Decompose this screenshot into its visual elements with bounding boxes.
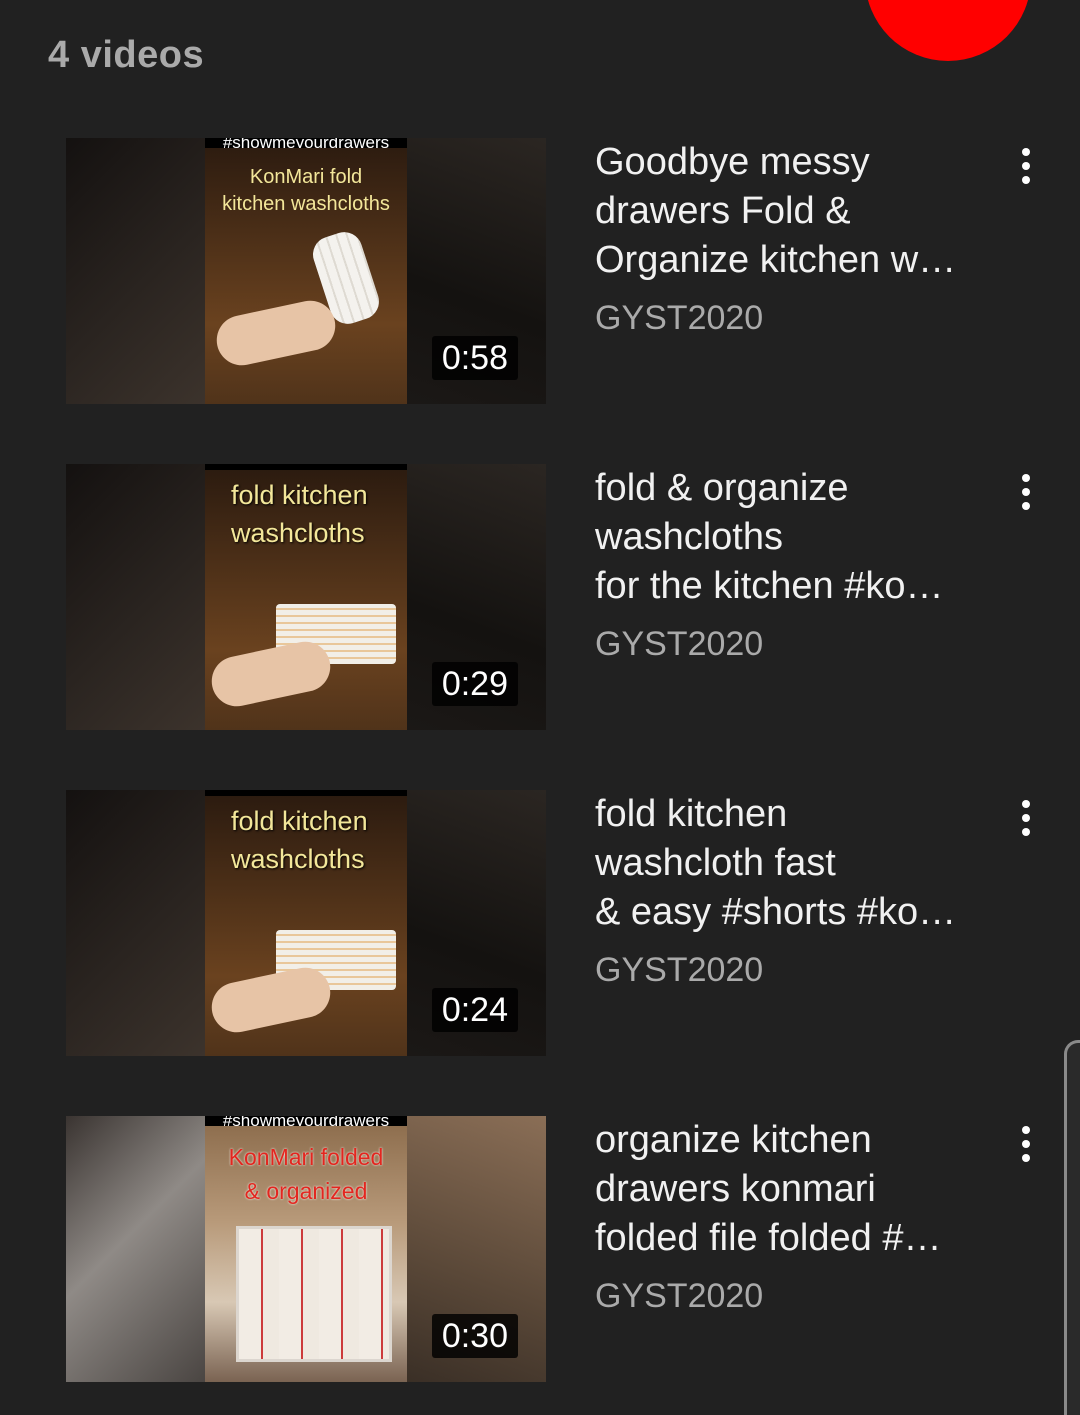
video-count: 4 videos	[48, 34, 205, 76]
thumbnail-hashtag: #showmeyourdrawers	[205, 1116, 407, 1126]
playlist-page: 4 videos #showmeyourdrawers KonMari fold…	[0, 0, 1080, 1415]
duration-badge: 0:30	[431, 1314, 518, 1358]
video-thumbnail[interactable]: #showmeyourdrawers KonMari folded & orga…	[66, 1116, 546, 1382]
thumbnail-caption: KonMari fold kitchen washcloths	[222, 166, 390, 215]
video-title[interactable]: organize kitchen drawers konmari folded …	[595, 1116, 995, 1263]
video-thumbnail[interactable]: fold kitchen washcloths 0:29	[66, 464, 546, 730]
channel-name[interactable]: GYST2020	[595, 298, 763, 338]
video-list-item[interactable]: #showmeyourdrawers KonMari fold kitchen …	[66, 138, 1056, 404]
video-title[interactable]: Goodbye messy drawers Fold & Organize ki…	[595, 138, 995, 285]
video-list-item[interactable]: fold kitchen washcloths 0:24 fold kitche…	[66, 790, 1056, 1056]
duration-badge: 0:29	[431, 662, 518, 706]
more-vert-icon[interactable]	[1011, 1122, 1041, 1166]
thumbnail-caption: KonMari folded & organized	[228, 1144, 384, 1204]
thumbnail-caption: fold kitchen washcloths	[231, 480, 368, 548]
more-vert-icon[interactable]	[1011, 470, 1041, 514]
more-vert-icon[interactable]	[1011, 144, 1041, 188]
more-vert-icon[interactable]	[1011, 796, 1041, 840]
red-floating-button[interactable]	[865, 0, 1031, 61]
bottom-sheet-edge[interactable]	[1064, 1040, 1080, 1415]
video-list-item[interactable]: #showmeyourdrawers KonMari folded & orga…	[66, 1116, 1056, 1382]
video-title[interactable]: fold & organize washcloths for the kitch…	[595, 464, 995, 611]
thumbnail-hashtag: #showmeyourdrawers	[205, 138, 407, 148]
channel-name[interactable]: GYST2020	[595, 624, 763, 664]
channel-name[interactable]: GYST2020	[595, 950, 763, 990]
duration-badge: 0:24	[431, 988, 518, 1032]
video-thumbnail[interactable]: fold kitchen washcloths 0:24	[66, 790, 546, 1056]
video-thumbnail[interactable]: #showmeyourdrawers KonMari fold kitchen …	[66, 138, 546, 404]
duration-badge: 0:58	[431, 336, 518, 380]
video-list-item[interactable]: fold kitchen washcloths 0:29 fold & orga…	[66, 464, 1056, 730]
drawer-image	[236, 1226, 392, 1362]
thumbnail-caption: fold kitchen washcloths	[231, 806, 368, 874]
channel-name[interactable]: GYST2020	[595, 1276, 763, 1316]
video-title[interactable]: fold kitchen washcloth fast & easy #shor…	[595, 790, 995, 937]
